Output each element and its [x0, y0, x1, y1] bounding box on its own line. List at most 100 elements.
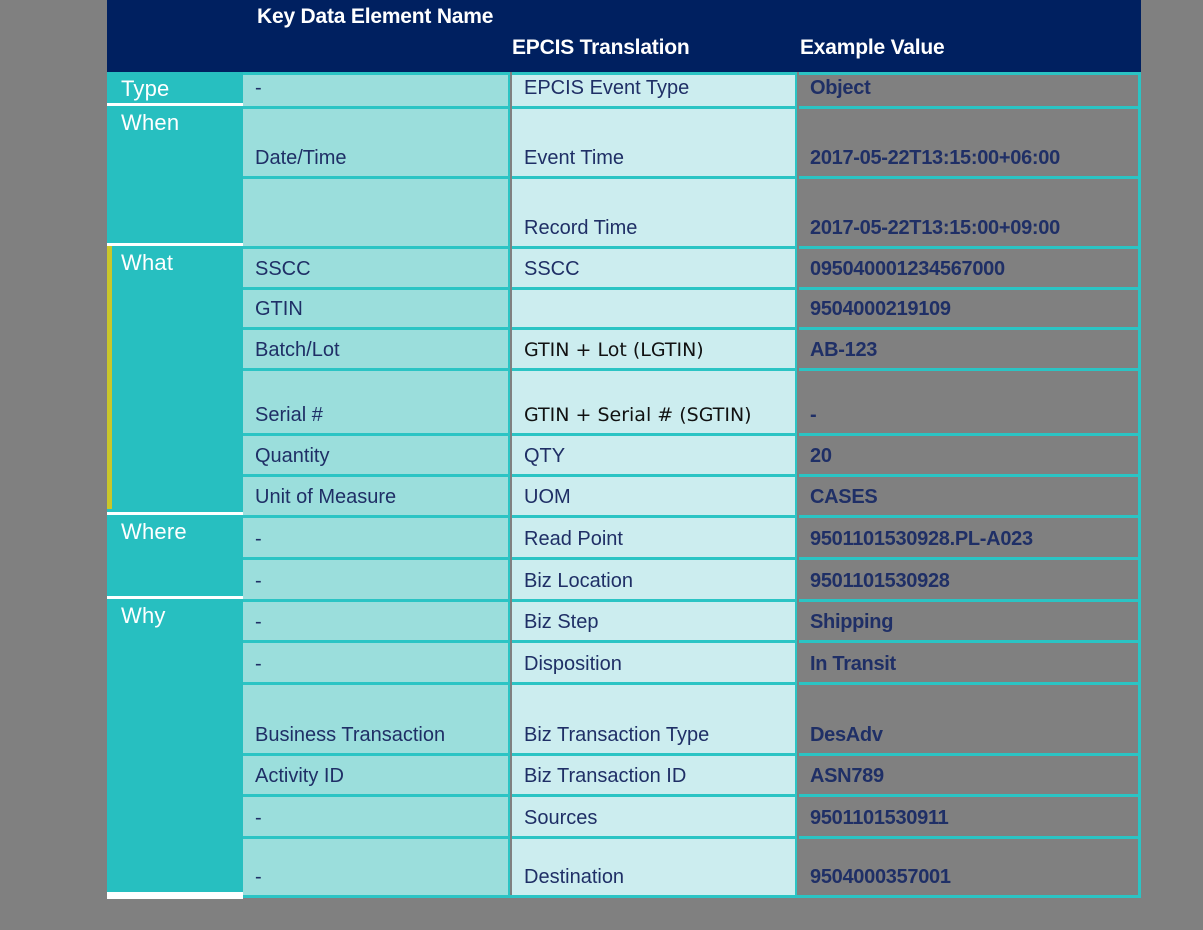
cell-epcis-translation: Biz Location [512, 557, 797, 599]
cell-epcis-translation: Biz Step [512, 599, 797, 640]
key-data-element-table: Key Data Element Name EPCIS Translation … [107, 0, 1141, 899]
example-value-text: 9501101530928.PL-A023 [810, 528, 1033, 550]
cell-key-data-element-name: - [243, 640, 510, 682]
table-row: Business Transaction Biz Transaction Type… [243, 682, 1141, 753]
example-value-text: 2017-05-22T13:15:00+06:00 [810, 147, 1060, 169]
cell-key-data-element-name: - [243, 72, 510, 106]
group-label: Why [121, 603, 166, 628]
cell-epcis-translation: Record Time [512, 176, 797, 246]
cell-key-data-element-name: - [243, 557, 510, 599]
group-label: What [121, 250, 174, 275]
cell-example-value: 9501101530928 [799, 557, 1141, 599]
table-row: - Read Point 9501101530928.PL-A023 [243, 515, 1141, 557]
cell-key-data-element-name: - [243, 794, 510, 836]
table-row: SSCC SSCC 095040001234567000 [243, 246, 1141, 287]
example-value-text: 9501101530928 [810, 570, 950, 592]
table-header-band: Key Data Element Name EPCIS Translation … [107, 0, 1141, 72]
example-value-text: CASES [810, 486, 878, 508]
cell-epcis-translation: UOM [512, 474, 797, 515]
group-label: Type [121, 76, 170, 101]
table-row: GTIN 9504000219109 [243, 287, 1141, 327]
example-value-text: - [810, 404, 817, 426]
cell-epcis-translation: Disposition [512, 640, 797, 682]
cell-epcis-translation: Biz Transaction ID [512, 753, 797, 794]
group-column: Type When What Where Why [107, 72, 243, 898]
cell-example-value: 2017-05-22T13:15:00+06:00 [799, 106, 1141, 176]
example-value-text: Object [810, 77, 871, 99]
table-row: Quantity QTY 20 [243, 433, 1141, 474]
cell-key-data-element-name: Quantity [243, 433, 510, 474]
cell-example-value: ASN789 [799, 753, 1141, 794]
table-body: Type When What Where Why - EPCIS Event Type Ob… [107, 72, 1141, 899]
example-value-text: 20 [810, 445, 832, 467]
group-cell-where: Where [107, 515, 243, 599]
cell-key-data-element-name: - [243, 599, 510, 640]
group-cell-type: Type [107, 72, 243, 106]
cell-example-value: Shipping [799, 599, 1141, 640]
table-row: - Biz Step Shipping [243, 599, 1141, 640]
group-label: When [121, 110, 180, 135]
cell-example-value: 20 [799, 433, 1141, 474]
cell-key-data-element-name: GTIN [243, 287, 510, 327]
cell-example-value: - [799, 368, 1141, 433]
group-cell-when: When [107, 106, 243, 246]
table-row: Record Time 2017-05-22T13:15:00+09:00 [243, 176, 1141, 246]
slide-canvas: Key Data Element Name EPCIS Translation … [0, 0, 1203, 930]
cell-key-data-element-name [243, 176, 510, 246]
example-value-text: 095040001234567000 [810, 258, 1005, 280]
cell-key-data-element-name: - [243, 515, 510, 557]
example-value-text: 9504000357001 [810, 866, 951, 888]
example-value-text: 9504000219109 [810, 298, 951, 320]
cell-epcis-translation: Biz Transaction Type [512, 682, 797, 753]
data-rows: - EPCIS Event Type Object Date/Time Event Ti… [243, 72, 1141, 898]
cell-key-data-element-name: Date/Time [243, 106, 510, 176]
column-header-epcis-translation: EPCIS Translation [512, 36, 690, 59]
group-cell-why: Why [107, 599, 243, 895]
cell-example-value: 9504000357001 [799, 836, 1141, 895]
cell-key-data-element-name: Batch/Lot [243, 327, 510, 368]
cell-example-value: 9501101530911 [799, 794, 1141, 836]
example-value-text: AB-123 [810, 339, 878, 361]
cell-key-data-element-name: Activity ID [243, 753, 510, 794]
table-row: - Sources 9501101530911 [243, 794, 1141, 836]
cell-epcis-translation: Event Time [512, 106, 797, 176]
example-value-text: In Transit [810, 653, 896, 675]
cell-key-data-element-name: - [243, 836, 510, 895]
table-row: - Destination 9504000357001 [243, 836, 1141, 895]
example-value-text: 9501101530911 [810, 807, 949, 829]
cell-epcis-translation [512, 287, 797, 327]
cell-example-value: In Transit [799, 640, 1141, 682]
column-header-example-value: Example Value [800, 36, 945, 59]
cell-epcis-translation: GTIN + Lot (LGTIN) [512, 327, 797, 368]
cell-epcis-translation: EPCIS Event Type [512, 72, 797, 106]
table-row: - Disposition In Transit [243, 640, 1141, 682]
cell-example-value: 9504000219109 [799, 287, 1141, 327]
cell-example-value: CASES [799, 474, 1141, 515]
cell-example-value: Object [799, 72, 1141, 106]
cell-key-data-element-name: Business Transaction [243, 682, 510, 753]
example-value-text: Shipping [810, 611, 894, 633]
cell-example-value: 9501101530928.PL-A023 [799, 515, 1141, 557]
column-header-key-data-element-name: Key Data Element Name [257, 5, 494, 28]
cell-example-value: 2017-05-22T13:15:00+09:00 [799, 176, 1141, 246]
cell-epcis-translation: Read Point [512, 515, 797, 557]
cell-epcis-translation: Destination [512, 836, 797, 895]
cell-key-data-element-name: Serial # [243, 368, 510, 433]
cell-epcis-translation: SSCC [512, 246, 797, 287]
cell-key-data-element-name: Unit of Measure [243, 474, 510, 515]
table-row: Batch/Lot GTIN + Lot (LGTIN) AB-123 [243, 327, 1141, 368]
cell-example-value: DesAdv [799, 682, 1141, 753]
table-row: Unit of Measure UOM CASES [243, 474, 1141, 515]
cell-example-value: 095040001234567000 [799, 246, 1141, 287]
example-value-text: ASN789 [810, 765, 884, 787]
table-row: Serial # GTIN + Serial # (SGTIN) - [243, 368, 1141, 433]
example-value-text: DesAdv [810, 724, 883, 746]
cell-example-value: AB-123 [799, 327, 1141, 368]
cell-epcis-translation: GTIN + Serial # (SGTIN) [512, 368, 797, 433]
table-row: - EPCIS Event Type Object [243, 72, 1141, 106]
cell-epcis-translation: QTY [512, 433, 797, 474]
group-column-bottom-rule [107, 895, 243, 899]
example-value-text: 2017-05-22T13:15:00+09:00 [810, 217, 1060, 239]
group-label: Where [121, 519, 187, 544]
table-row: Date/Time Event Time 2017-05-22T13:15:00+0… [243, 106, 1141, 176]
